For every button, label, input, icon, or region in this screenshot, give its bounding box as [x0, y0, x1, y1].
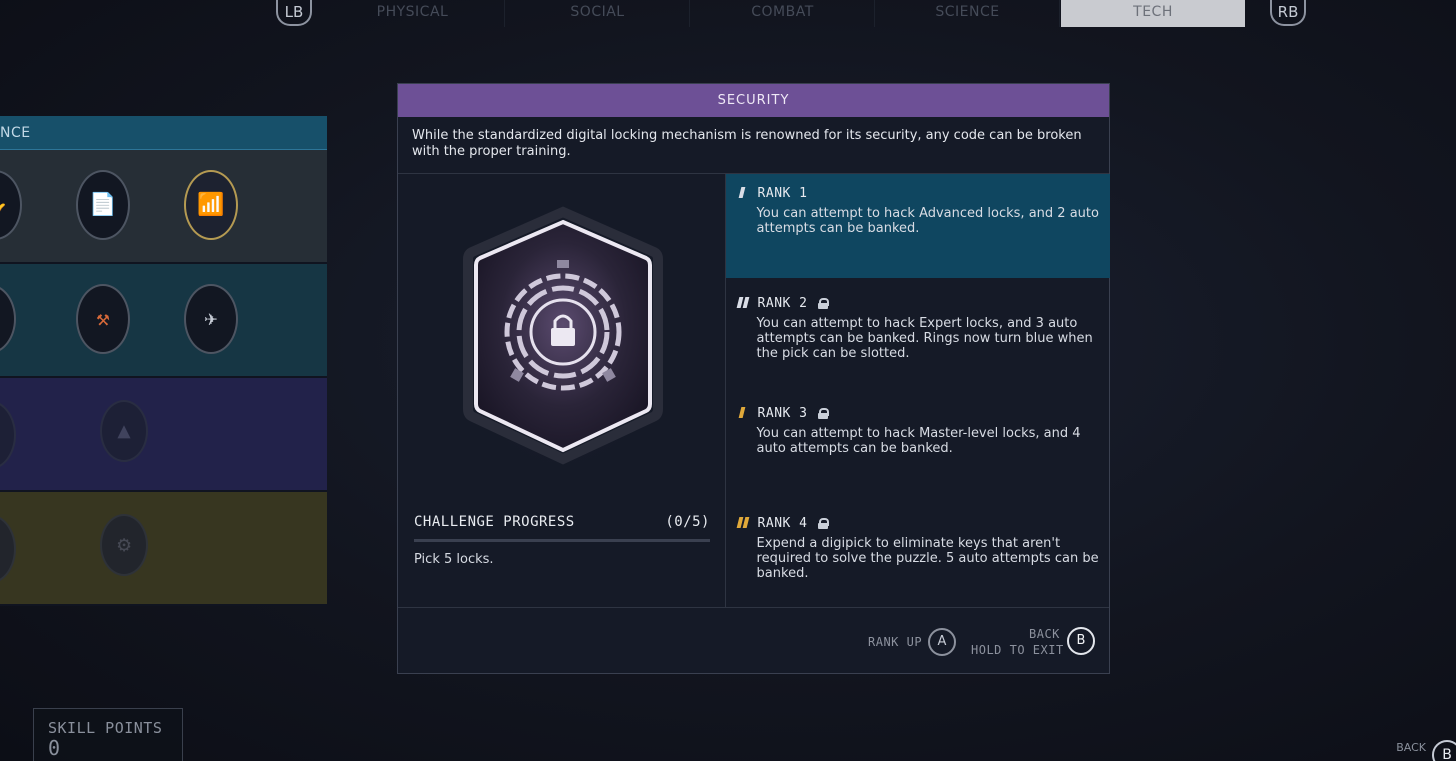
skill-detail-panel: SECURITY While the standardized digital … [397, 83, 1110, 674]
rank-3[interactable]: RANK 3 You can attempt to hack Master-le… [726, 394, 1110, 504]
tree-tier-4: ⚙ [0, 492, 327, 606]
security-skill-badge-icon [453, 199, 673, 479]
rank-level-icon [736, 297, 752, 309]
skill-badge-document-icon[interactable]: 📄 [76, 170, 130, 240]
panel-footer: RANK UP A BACK HOLD TO EXIT B [398, 607, 1109, 673]
skill-badge-hand-icon[interactable]: ✋ [0, 170, 22, 240]
skill-badge-scanner-icon[interactable]: 📶 [184, 170, 238, 240]
tab-physical[interactable]: PHYSICAL [321, 0, 505, 27]
rank-level-icon [738, 407, 752, 419]
skill-art-column: CHALLENGE PROGRESS (0/5) Pick 5 locks. [398, 174, 726, 607]
rank-description: You can attempt to hack Master-level loc… [756, 426, 1081, 456]
rank-4[interactable]: RANK 4 Expend a digipick to eliminate ke… [726, 504, 1110, 607]
skill-badge-locked-icon[interactable] [0, 400, 16, 470]
hold-to-exit-label: HOLD TO EXIT [971, 643, 1064, 657]
back-label: BACK [1029, 627, 1060, 641]
lock-icon [817, 517, 829, 529]
skill-points-box: SKILL POINTS 0 [33, 708, 183, 761]
skill-points-label: SKILL POINTS [48, 719, 163, 737]
hand-icon: ✋ [0, 193, 9, 218]
skill-points-value: 0 [48, 736, 61, 760]
rank-2[interactable]: RANK 2 You can attempt to hack Expert lo… [726, 284, 1110, 394]
skill-panel-body: CHALLENGE PROGRESS (0/5) Pick 5 locks. R… [398, 174, 1110, 607]
corner-back-label: BACK [1396, 741, 1426, 754]
document-icon: 📄 [89, 192, 117, 218]
challenge-task: Pick 5 locks. [414, 552, 494, 567]
rank-title: RANK 3 [757, 405, 808, 421]
tree-header: NCE [0, 116, 327, 150]
skill-title: SECURITY [398, 84, 1109, 117]
lock-icon [817, 297, 829, 309]
back-button[interactable]: B [1067, 627, 1095, 655]
challenge-count: (0/5) [665, 514, 710, 530]
rank-list: RANK 1 You can attempt to hack Advanced … [725, 174, 1110, 607]
rank-description: Expend a digipick to eliminate keys that… [756, 536, 1099, 581]
scanner-icon: 📶 [197, 192, 225, 218]
lb-button[interactable]: LB [276, 0, 312, 26]
skill-category-bar: LB PHYSICAL SOCIAL COMBAT SCIENCE TECH R… [0, 0, 1456, 28]
rank-1[interactable]: RANK 1 You can attempt to hack Advanced … [725, 174, 1110, 278]
rank-level-icon [736, 517, 752, 529]
tree-tier-1: ✋ 📄 📶 [0, 150, 327, 264]
skill-badge-gear-icon[interactable]: ⚙ [100, 514, 148, 576]
rank-title: RANK 4 [757, 515, 808, 531]
skill-badge-locked-icon[interactable] [0, 514, 16, 584]
skill-badge-rover-icon[interactable]: ✈ [184, 284, 238, 354]
rank-title: RANK 2 [757, 295, 808, 311]
lock-icon [817, 407, 829, 419]
rank-level-icon [738, 187, 752, 199]
rank-up-button[interactable]: A [928, 628, 956, 656]
skill-description: While the standardized digital locking m… [398, 117, 1109, 174]
rb-button[interactable]: RB [1270, 0, 1306, 26]
skill-tree: NCE ✋ 📄 📶 ⚒ ✈ ▲ ⚙ [0, 116, 327, 606]
corner-back-button[interactable]: B [1432, 740, 1456, 761]
tab-tech[interactable]: TECH [1061, 0, 1245, 27]
challenge-label: CHALLENGE PROGRESS [414, 514, 575, 530]
weapon-crafting-icon: ⚒ [96, 306, 110, 332]
tab-science[interactable]: SCIENCE [876, 0, 1060, 27]
rover-icon: ✈ [204, 306, 218, 332]
gear-icon: ⚙ [117, 532, 131, 558]
rank-title: RANK 1 [757, 185, 808, 201]
rank-up-label: RANK UP [868, 635, 923, 649]
tree-tier-3: ▲ [0, 378, 327, 492]
challenge-progress: CHALLENGE PROGRESS (0/5) Pick 5 locks. [414, 514, 710, 567]
ship-icon: ▲ [117, 418, 131, 444]
rank-description: You can attempt to hack Advanced locks, … [756, 206, 1099, 236]
skill-badge-partial-icon[interactable] [0, 284, 16, 354]
skill-badge-ship-icon[interactable]: ▲ [100, 400, 148, 462]
tab-social[interactable]: SOCIAL [506, 0, 690, 27]
tab-combat[interactable]: COMBAT [691, 0, 875, 27]
rank-description: You can attempt to hack Expert locks, an… [756, 316, 1093, 361]
tree-tier-2: ⚒ ✈ [0, 264, 327, 378]
skill-badge-weapon-crafting-icon[interactable]: ⚒ [76, 284, 130, 354]
